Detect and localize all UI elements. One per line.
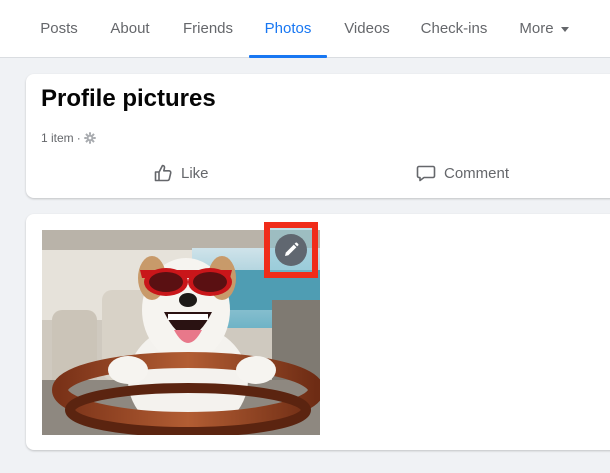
page-title: Profile pictures	[41, 85, 216, 112]
tab-videos-label: Videos	[344, 20, 390, 37]
profile-tab-bar: Posts About Friends Photos Videos Check-…	[0, 0, 610, 58]
album-header-card: Profile pictures 1 item · Like Comment	[26, 74, 610, 198]
tab-check-ins-label: Check-ins	[420, 20, 488, 37]
tab-about-label: About	[110, 20, 150, 37]
tab-videos[interactable]: Videos	[334, 0, 400, 57]
album-meta: 1 item ·	[41, 131, 96, 145]
thumbs-up-icon	[154, 164, 172, 182]
tab-about[interactable]: About	[98, 0, 162, 57]
tab-posts-label: Posts	[40, 20, 78, 37]
caret-down-icon	[560, 27, 569, 32]
item-count: 1 item	[41, 131, 74, 145]
album-actions: Like Comment	[26, 158, 610, 188]
pencil-icon	[285, 242, 299, 256]
gear-icon[interactable]	[83, 132, 96, 144]
comment-label: Comment	[444, 164, 510, 182]
like-label: Like	[181, 164, 209, 182]
tab-photos-label: Photos	[264, 20, 312, 37]
tab-more[interactable]: More	[508, 0, 580, 57]
comment-icon	[416, 165, 436, 182]
tab-more-label: More	[519, 20, 554, 37]
tab-photos[interactable]: Photos	[249, 0, 327, 58]
like-button[interactable]: Like	[153, 158, 209, 188]
meta-separator: ·	[76, 131, 81, 145]
edit-button-highlight	[264, 222, 318, 278]
tab-friends-label: Friends	[182, 20, 234, 37]
photos-grid-card	[26, 214, 610, 450]
tab-friends[interactable]: Friends	[172, 0, 244, 57]
tab-check-ins[interactable]: Check-ins	[410, 0, 498, 57]
edit-photo-button[interactable]	[275, 234, 307, 266]
comment-button[interactable]: Comment	[416, 158, 509, 188]
tab-posts[interactable]: Posts	[29, 0, 89, 57]
